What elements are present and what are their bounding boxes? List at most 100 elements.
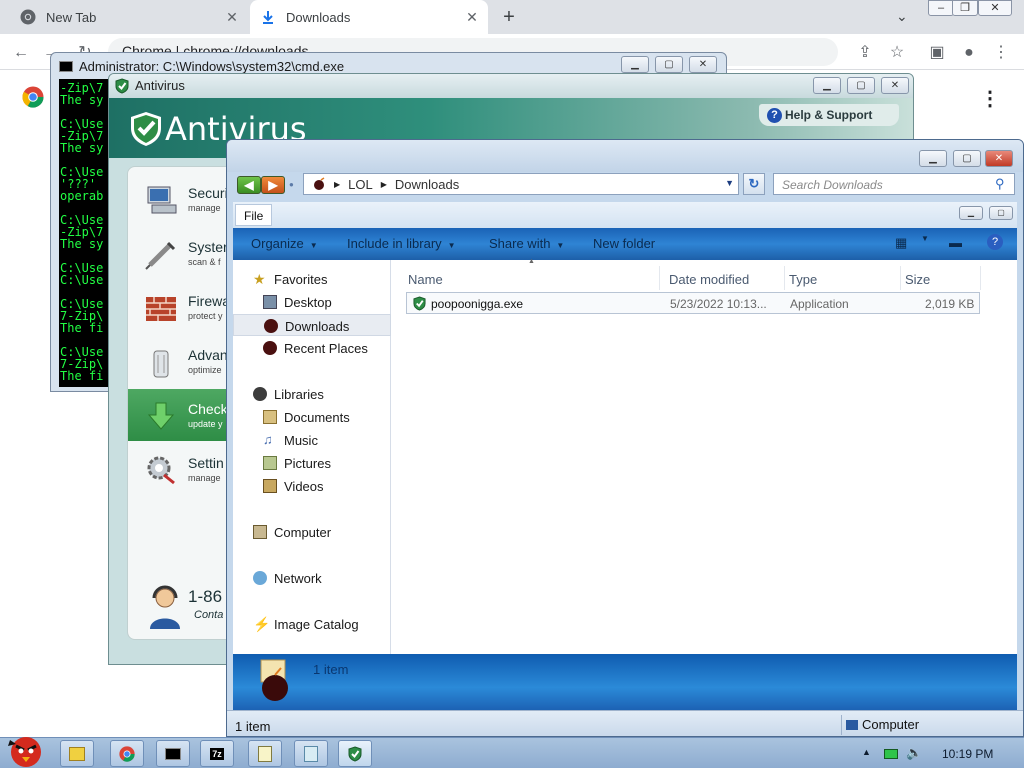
nav-label: Computer [274,525,332,540]
help-support-button[interactable]: ? Help & Support [759,104,899,126]
nav-label: Music [284,433,318,448]
table-row[interactable]: poopoonigga.exe 5/23/2022 10:13... Appli… [406,292,980,314]
taskbar-cmd-button[interactable] [156,740,190,767]
minimize-button[interactable]: – [928,0,954,16]
nav-security[interactable]: Securi manage [128,173,238,225]
nav-firewall[interactable]: Firewa protect y [128,281,238,333]
menu-bar: File ▁ ▢ [233,202,1017,228]
share-with-button[interactable]: Share with ▼ [489,236,564,251]
nav-documents[interactable]: Documents [233,406,391,428]
minimize-button[interactable]: ▁ [813,77,841,94]
column-header-date[interactable]: Date modified [665,266,785,290]
image-catalog-icon: ⚡ [253,616,271,632]
close-button[interactable]: ✕ [881,77,909,94]
search-input[interactable]: Search Downloads [773,173,1015,195]
taskbar-chrome-button[interactable] [110,740,144,767]
status-computer-label: Computer [862,717,920,732]
address-dropdown-icon[interactable]: ▼ [725,178,734,188]
nav-downloads[interactable]: Downloads [233,314,391,336]
nav-image-catalog[interactable]: ⚡ Image Catalog [233,613,391,635]
restore-button[interactable]: ❐ [952,0,978,16]
side-panel-icon[interactable]: ▣ [926,42,948,64]
volume-icon[interactable]: 🔈 [906,745,922,761]
maximize-button[interactable]: ▢ [953,150,981,167]
column-header-size[interactable]: Size [901,266,981,290]
new-folder-button[interactable]: New folder [593,236,655,251]
nav-settings[interactable]: Settin manage [128,443,238,495]
search-icon[interactable]: ⚲ [995,176,1005,192]
nav-pictures[interactable]: Pictures [233,452,391,474]
address-bar[interactable]: ▶ LOL ▶ Downloads ▼ [303,173,739,195]
antivirus-titlebar[interactable]: Antivirus [109,74,913,98]
taskbar-7zip-button[interactable]: 7z [200,740,234,767]
share-icon[interactable]: ⇪ [854,42,876,64]
minimize-button[interactable]: ▁ [621,56,649,73]
help-support-label: Help & Support [785,108,873,122]
start-angry-bird-icon[interactable] [2,730,50,768]
nav-libraries[interactable]: Libraries [233,383,391,405]
tab-downloads[interactable]: Downloads ✕ [250,0,488,34]
tab-search-chevron-icon[interactable]: ⌄ [896,8,908,25]
minimize-button[interactable]: ▁ [919,150,947,167]
nav-computer[interactable]: Computer [233,521,391,543]
show-hidden-icons-icon[interactable]: ▲ [862,747,871,757]
taskbar-explorer-button[interactable] [60,740,94,767]
close-tab-icon[interactable]: ✕ [464,9,480,25]
music-icon: ♫ [263,432,273,447]
organize-button[interactable]: Organize ▼ [251,236,318,251]
menu-file[interactable]: File [235,204,273,226]
nav-label: Securi [188,185,228,201]
column-header-type[interactable]: Type [785,266,901,290]
inner-maximize-button[interactable]: ▢ [989,206,1013,220]
nav-favorites[interactable]: ★ Favorites [233,268,391,290]
downloads-more-menu-icon[interactable]: ⋮ [980,88,1000,110]
close-button[interactable]: ✕ [689,56,717,73]
profile-avatar-icon[interactable]: ● [958,42,980,64]
close-button[interactable]: ✕ [978,0,1012,16]
new-tab-button[interactable]: + [498,6,520,28]
nav-system-scan[interactable]: Syster scan & f [128,227,238,279]
clock[interactable]: 10:19 PM [942,747,993,761]
help-icon[interactable]: ? [987,234,1003,250]
close-button[interactable]: ✕ [985,150,1013,167]
recent-pages-icon[interactable]: ● [289,180,294,189]
nav-advanced[interactable]: Advan optimize [128,335,238,387]
command-label: Organize [251,236,304,251]
preview-pane-icon[interactable]: ▬ [949,235,962,250]
nav-check-updates[interactable]: Check update y [128,389,238,441]
change-view-icon[interactable]: ▦ [895,235,907,251]
breadcrumb-downloads[interactable]: Downloads [395,177,459,192]
breadcrumb-lol[interactable]: LOL [348,177,373,192]
download-arrow-icon [147,402,175,430]
tab-new-tab[interactable]: New Tab ✕ [8,0,248,34]
chrome-tabstrip: New Tab ✕ Downloads ✕ + ⌄ – ❐ ✕ [0,0,1024,34]
folder-bomb-icon [260,659,288,701]
back-arrow-icon[interactable]: ◀ [237,176,261,194]
nav-network[interactable]: Network [233,567,391,589]
inner-minimize-button[interactable]: ▁ [959,206,983,220]
maximize-button[interactable]: ▢ [847,77,875,94]
taskbar-notepad-button[interactable] [248,740,282,767]
nav-recent-places[interactable]: Recent Places [233,337,391,359]
nav-label: Pictures [284,456,331,471]
include-in-library-button[interactable]: Include in library ▼ [347,236,456,251]
nav-desktop[interactable]: Desktop [233,291,391,313]
view-dropdown-icon[interactable]: ▼ [921,234,929,243]
bookmark-star-icon[interactable]: ☆ [886,42,908,64]
support-contact-link[interactable]: Conta [194,609,223,621]
explorer-titlebar[interactable] [227,140,1023,172]
battery-icon[interactable] [884,749,898,759]
support-agent-icon [150,585,180,629]
column-header-name[interactable]: Name [404,266,660,290]
chrome-menu-icon[interactable]: ⋮ [990,42,1012,64]
file-list: ▲ Name Date modified Type Size poopoonig… [392,258,1017,654]
taskbar-window-button[interactable] [294,740,328,767]
maximize-button[interactable]: ▢ [655,56,683,73]
taskbar-antivirus-button[interactable] [338,740,372,767]
nav-music[interactable]: ♫ Music [233,429,391,451]
nav-videos[interactable]: Videos [233,475,391,497]
forward-arrow-icon[interactable]: ▶ [261,176,285,194]
close-tab-icon[interactable]: ✕ [224,9,240,25]
refresh-button[interactable]: ↻ [743,173,765,195]
back-arrow-icon[interactable]: ← [10,42,32,64]
